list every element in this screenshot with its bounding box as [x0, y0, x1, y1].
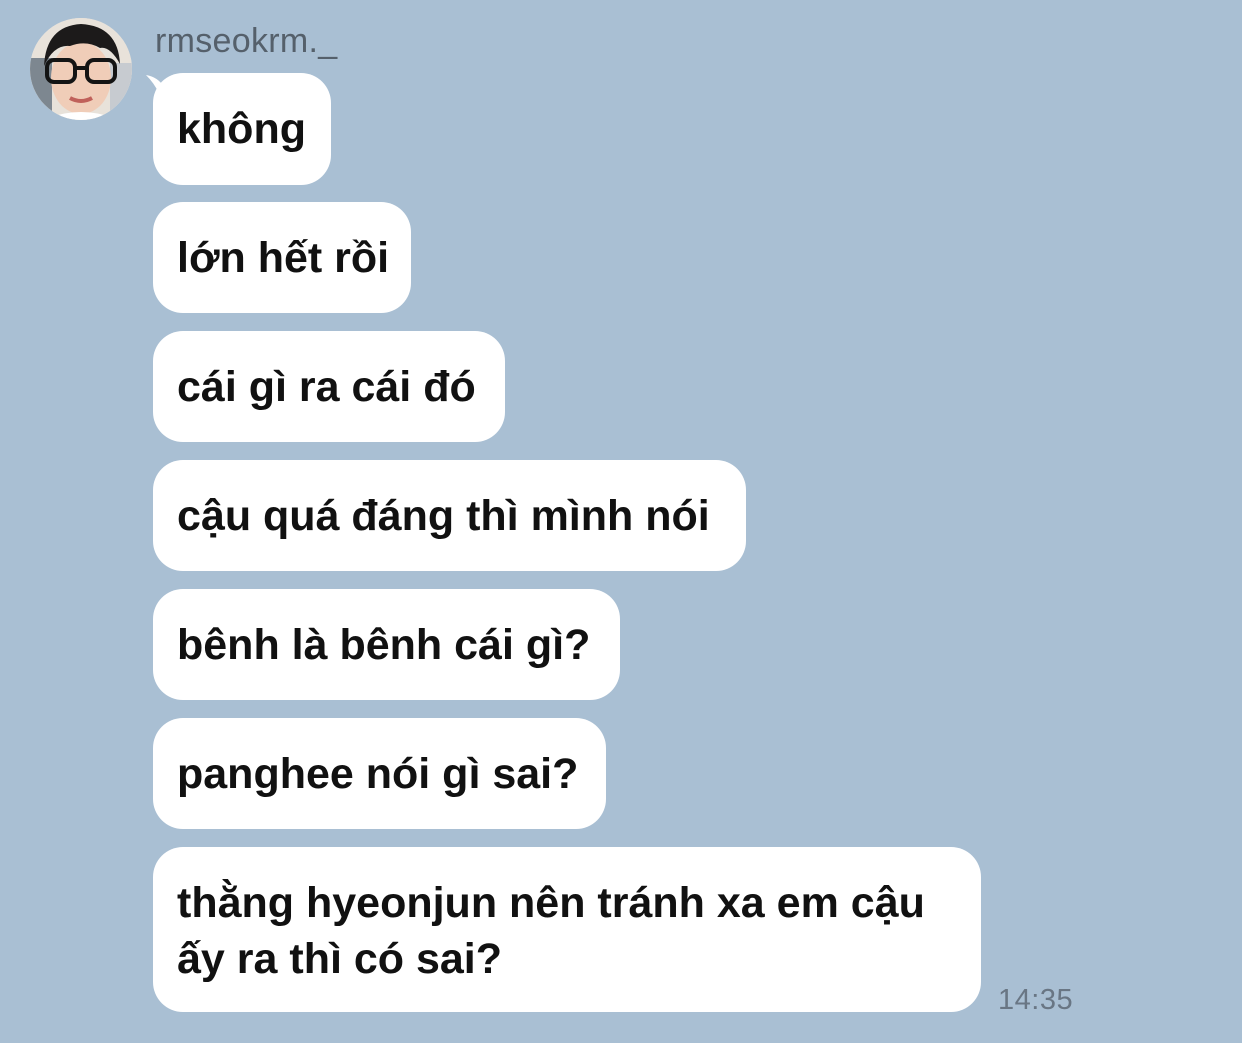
message-bubble[interactable]: cái gì ra cái đó [153, 331, 505, 442]
message-bubble[interactable]: bênh là bênh cái gì? [153, 589, 620, 700]
message-bubble[interactable]: panghee nói gì sai? [153, 718, 606, 829]
avatar-photo-icon [30, 18, 132, 120]
message-text: không [177, 105, 306, 153]
message-bubble[interactable]: lớn hết rồi [153, 202, 411, 313]
sender-avatar[interactable] [30, 18, 132, 120]
message-text: lớn hết rồi [177, 233, 390, 282]
message-text: thằng hyeonjun nên tránh xa em cậu ấy ra… [177, 879, 925, 983]
message-text: bênh là bênh cái gì? [177, 620, 591, 669]
sender-name: rmseokrm._ [155, 22, 338, 60]
message-bubble[interactable]: không [153, 73, 331, 185]
chat-conversation: rmseokrm._ không lớn hết rồi cái gì ra c… [0, 0, 1242, 1043]
message-text: cái gì ra cái đó [177, 362, 476, 411]
message-text: cậu quá đáng thì mình nói [177, 491, 710, 540]
message-text: panghee nói gì sai? [177, 749, 579, 798]
message-timestamp: 14:35 [998, 984, 1074, 1016]
message-bubble[interactable]: thằng hyeonjun nên tránh xa em cậu ấy ra… [153, 847, 981, 1012]
message-bubble[interactable]: cậu quá đáng thì mình nói [153, 460, 746, 571]
